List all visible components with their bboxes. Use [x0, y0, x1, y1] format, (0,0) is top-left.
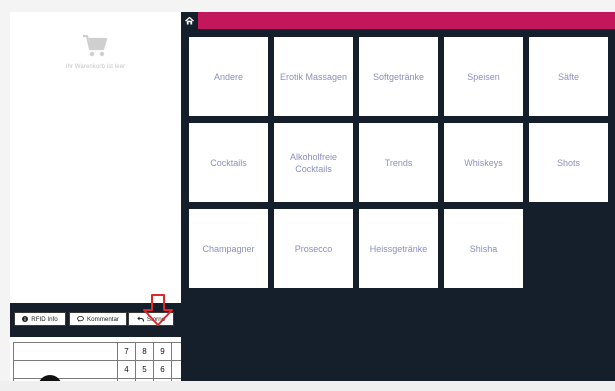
- category-tile-prosecco[interactable]: Prosecco: [274, 209, 353, 288]
- numpad-key[interactable]: 7: [117, 342, 136, 361]
- numpad-key[interactable]: 4: [117, 360, 136, 379]
- category-tile-cocktails[interactable]: Cocktails: [189, 123, 268, 202]
- category-tile-softgetraenke[interactable]: Softgetränke: [359, 37, 438, 116]
- home-button[interactable]: [181, 12, 198, 29]
- category-tile-alkoholfreie-cocktails[interactable]: Alkoholfreie Cocktails: [274, 123, 353, 202]
- rfid-info-button[interactable]: RFID Info: [14, 312, 66, 326]
- category-tile-trends[interactable]: Trends: [359, 123, 438, 202]
- home-icon: [185, 16, 194, 24]
- cart-empty-message: Ihr Warenkorb ist leer: [65, 64, 126, 70]
- rfid-info-label: RFID Info: [31, 315, 58, 323]
- numpad-key[interactable]: 6: [153, 360, 172, 379]
- numpad-spacer: [13, 342, 118, 361]
- numpad-key[interactable]: 8: [135, 342, 154, 361]
- cart-area: Ihr Warenkorb ist leer: [10, 12, 181, 303]
- annotation-arrow-icon: [143, 294, 173, 326]
- numpad-key[interactable]: 9: [153, 342, 172, 361]
- numpad-spacer: [13, 360, 118, 379]
- category-tile-saefte[interactable]: Säfte: [529, 37, 608, 116]
- speech-bubble-icon: [77, 316, 84, 322]
- shopping-cart-icon: [83, 34, 108, 57]
- category-tile-whiskeys[interactable]: Whiskeys: [444, 123, 523, 202]
- info-circle-icon: [22, 316, 29, 322]
- category-grid: Andere Erotik Massagen Softgetränke Spei…: [189, 37, 608, 288]
- comment-label: Kommentar: [87, 315, 119, 323]
- cart-panel: Ihr Warenkorb ist leer RFID Info Komment…: [10, 12, 190, 391]
- comment-button[interactable]: Kommentar: [69, 312, 127, 326]
- category-tile-shots[interactable]: Shots: [529, 123, 608, 202]
- category-tile-erotik-massagen[interactable]: Erotik Massagen: [274, 37, 353, 116]
- numpad-key[interactable]: 5: [135, 360, 154, 379]
- category-panel: Andere Erotik Massagen Softgetränke Spei…: [181, 12, 615, 391]
- window-bottom-edge: [0, 381, 615, 391]
- category-tile-speisen[interactable]: Speisen: [444, 37, 523, 116]
- category-tile-champagner[interactable]: Champagner: [189, 209, 268, 288]
- pos-window: Ihr Warenkorb ist leer RFID Info Komment…: [0, 0, 615, 391]
- category-tile-andere[interactable]: Andere: [189, 37, 268, 116]
- top-bar: [181, 12, 615, 29]
- category-tile-shisha[interactable]: Shisha: [444, 209, 523, 288]
- category-tile-heissgetraenke[interactable]: Heissgetränke: [359, 209, 438, 288]
